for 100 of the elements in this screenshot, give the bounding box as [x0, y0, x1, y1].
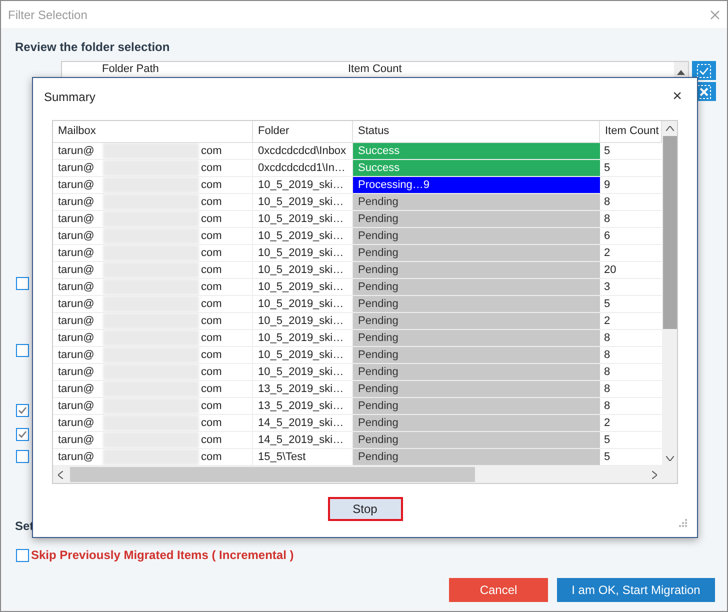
horizontal-scrollbar[interactable] — [53, 466, 677, 483]
close-button[interactable]: × — [668, 85, 686, 109]
status-cell: Pending — [353, 313, 600, 329]
check-icon — [18, 430, 27, 439]
table-cell-text: 8 — [603, 330, 612, 346]
table-cell-text: tarun@ — [58, 280, 96, 295]
status-cell: Pending — [353, 245, 600, 261]
status-cell: Pending — [353, 262, 600, 278]
table-cell-text: 6 — [603, 228, 612, 244]
table-cell-text: com — [201, 246, 222, 261]
table-cell-text: 9 — [603, 178, 612, 193]
table-cell-text: tarun@ — [58, 330, 96, 346]
start-migration-button[interactable]: I am OK, Start Migration — [557, 578, 715, 602]
status-cell: Pending — [353, 228, 600, 244]
table-cell-text: com — [201, 314, 222, 329]
status-cell: Pending — [353, 364, 600, 380]
status-cell: Pending — [353, 381, 600, 397]
check-icon — [18, 406, 27, 415]
scroll-up-icon[interactable] — [677, 70, 685, 74]
window-title: Filter Selection — [8, 6, 88, 24]
dialog-title: Summary — [44, 89, 96, 106]
close-icon[interactable] — [710, 10, 720, 20]
scrollbar-thumb[interactable] — [662, 136, 676, 329]
table-cell-text: tarun@ — [58, 416, 96, 431]
table-cell-text: tarun@ — [58, 382, 96, 397]
table-cell-text: tarun@ — [58, 228, 96, 244]
cancel-button[interactable]: Cancel — [449, 578, 548, 602]
table-cell-text: 8 — [603, 398, 612, 414]
status-cell: Pending — [353, 432, 600, 448]
status-cell: Pending — [353, 449, 600, 465]
scroll-up-icon[interactable] — [666, 126, 674, 131]
table-cell-text: com — [201, 330, 222, 346]
table-cell-text: tarun@ — [58, 398, 96, 414]
table-cell-text: 2 — [603, 314, 612, 329]
table-cell-text: com — [201, 382, 222, 397]
table-cell-text: tarun@ — [58, 314, 96, 329]
table-cell-text: 5 — [603, 144, 612, 159]
scrollbar-thumb[interactable] — [70, 467, 475, 482]
table-cell-text: tarun@ — [58, 364, 96, 380]
table-cell-text: com — [201, 228, 222, 244]
checkbox[interactable] — [16, 428, 29, 441]
status-cell: Pending — [353, 296, 600, 312]
status-cell: Pending — [353, 194, 600, 210]
table-cell-text: com — [201, 144, 222, 159]
table-cell-text: tarun@ — [58, 246, 96, 261]
checkbox[interactable] — [16, 277, 29, 290]
column-header: Item Count — [348, 62, 402, 76]
table-cell-text: com — [201, 212, 222, 227]
select-all-button[interactable] — [692, 61, 716, 80]
checkbox[interactable] — [16, 548, 29, 562]
section-title: Review the folder selection — [15, 40, 170, 54]
column-header: Folder Path — [102, 62, 160, 76]
stop-button[interactable]: Stop — [328, 497, 402, 521]
table-cell-text: com — [201, 416, 222, 431]
table-cell-text: com — [201, 432, 222, 448]
column-header[interactable]: Mailbox — [53, 121, 253, 142]
status-cell: Pending — [353, 279, 600, 295]
status-cell: Success — [353, 143, 600, 159]
status-cell: Processing…9 — [353, 177, 600, 193]
checkbox[interactable] — [16, 344, 29, 357]
table-cell-text: com — [201, 296, 222, 312]
table-cell-text: com — [201, 364, 222, 380]
status-cell: Pending — [353, 398, 600, 414]
checkbox[interactable] — [16, 450, 29, 463]
table-cell-text: tarun@ — [58, 296, 96, 312]
column-header[interactable]: Status — [353, 121, 600, 142]
status-cell: Pending — [353, 347, 600, 363]
checkbox[interactable] — [16, 404, 29, 417]
vertical-scrollbar[interactable] — [662, 121, 677, 466]
table-cell-text: com — [201, 348, 222, 363]
table-cell-text: 8 — [603, 212, 612, 227]
table-cell-text: com — [201, 194, 222, 210]
resize-grip-icon[interactable] — [679, 519, 687, 527]
table-cell-text: 8 — [603, 364, 612, 380]
table-cell-text: com — [201, 450, 222, 465]
table-cell-text: 3 — [603, 280, 612, 295]
table-cell-text: com — [201, 398, 222, 414]
table-cell-text: com — [201, 262, 222, 278]
table-cell-text: tarun@ — [58, 432, 96, 448]
table-cell-text: 5 — [603, 296, 612, 312]
table-cell-text: tarun@ — [58, 348, 96, 363]
status-cell: Success — [353, 160, 600, 176]
table-cell-text: 8 — [603, 382, 612, 397]
table-cell-text: tarun@ — [58, 212, 96, 227]
table-cell-text: 8 — [603, 348, 612, 363]
table-cell-text: 2 — [603, 416, 612, 431]
table-cell-text: tarun@ — [58, 160, 96, 176]
table-cell-text: 5 — [603, 160, 612, 176]
status-cell: Pending — [353, 330, 600, 346]
scroll-down-icon[interactable] — [666, 456, 674, 461]
scroll-left-icon[interactable] — [58, 470, 63, 478]
column-header[interactable]: Folder — [253, 121, 353, 142]
table-cell-text: tarun@ — [58, 178, 96, 193]
incremental-label: Skip Previously Migrated Items ( Incremental ) — [31, 547, 294, 564]
scroll-right-icon[interactable] — [652, 470, 657, 478]
table-cell-text: tarun@ — [58, 450, 96, 465]
table-cell-text: 8 — [603, 194, 612, 210]
table-cell-text: com — [201, 160, 222, 176]
table-cell-text: tarun@ — [58, 262, 96, 278]
table-cell-text: 20 — [603, 262, 618, 278]
